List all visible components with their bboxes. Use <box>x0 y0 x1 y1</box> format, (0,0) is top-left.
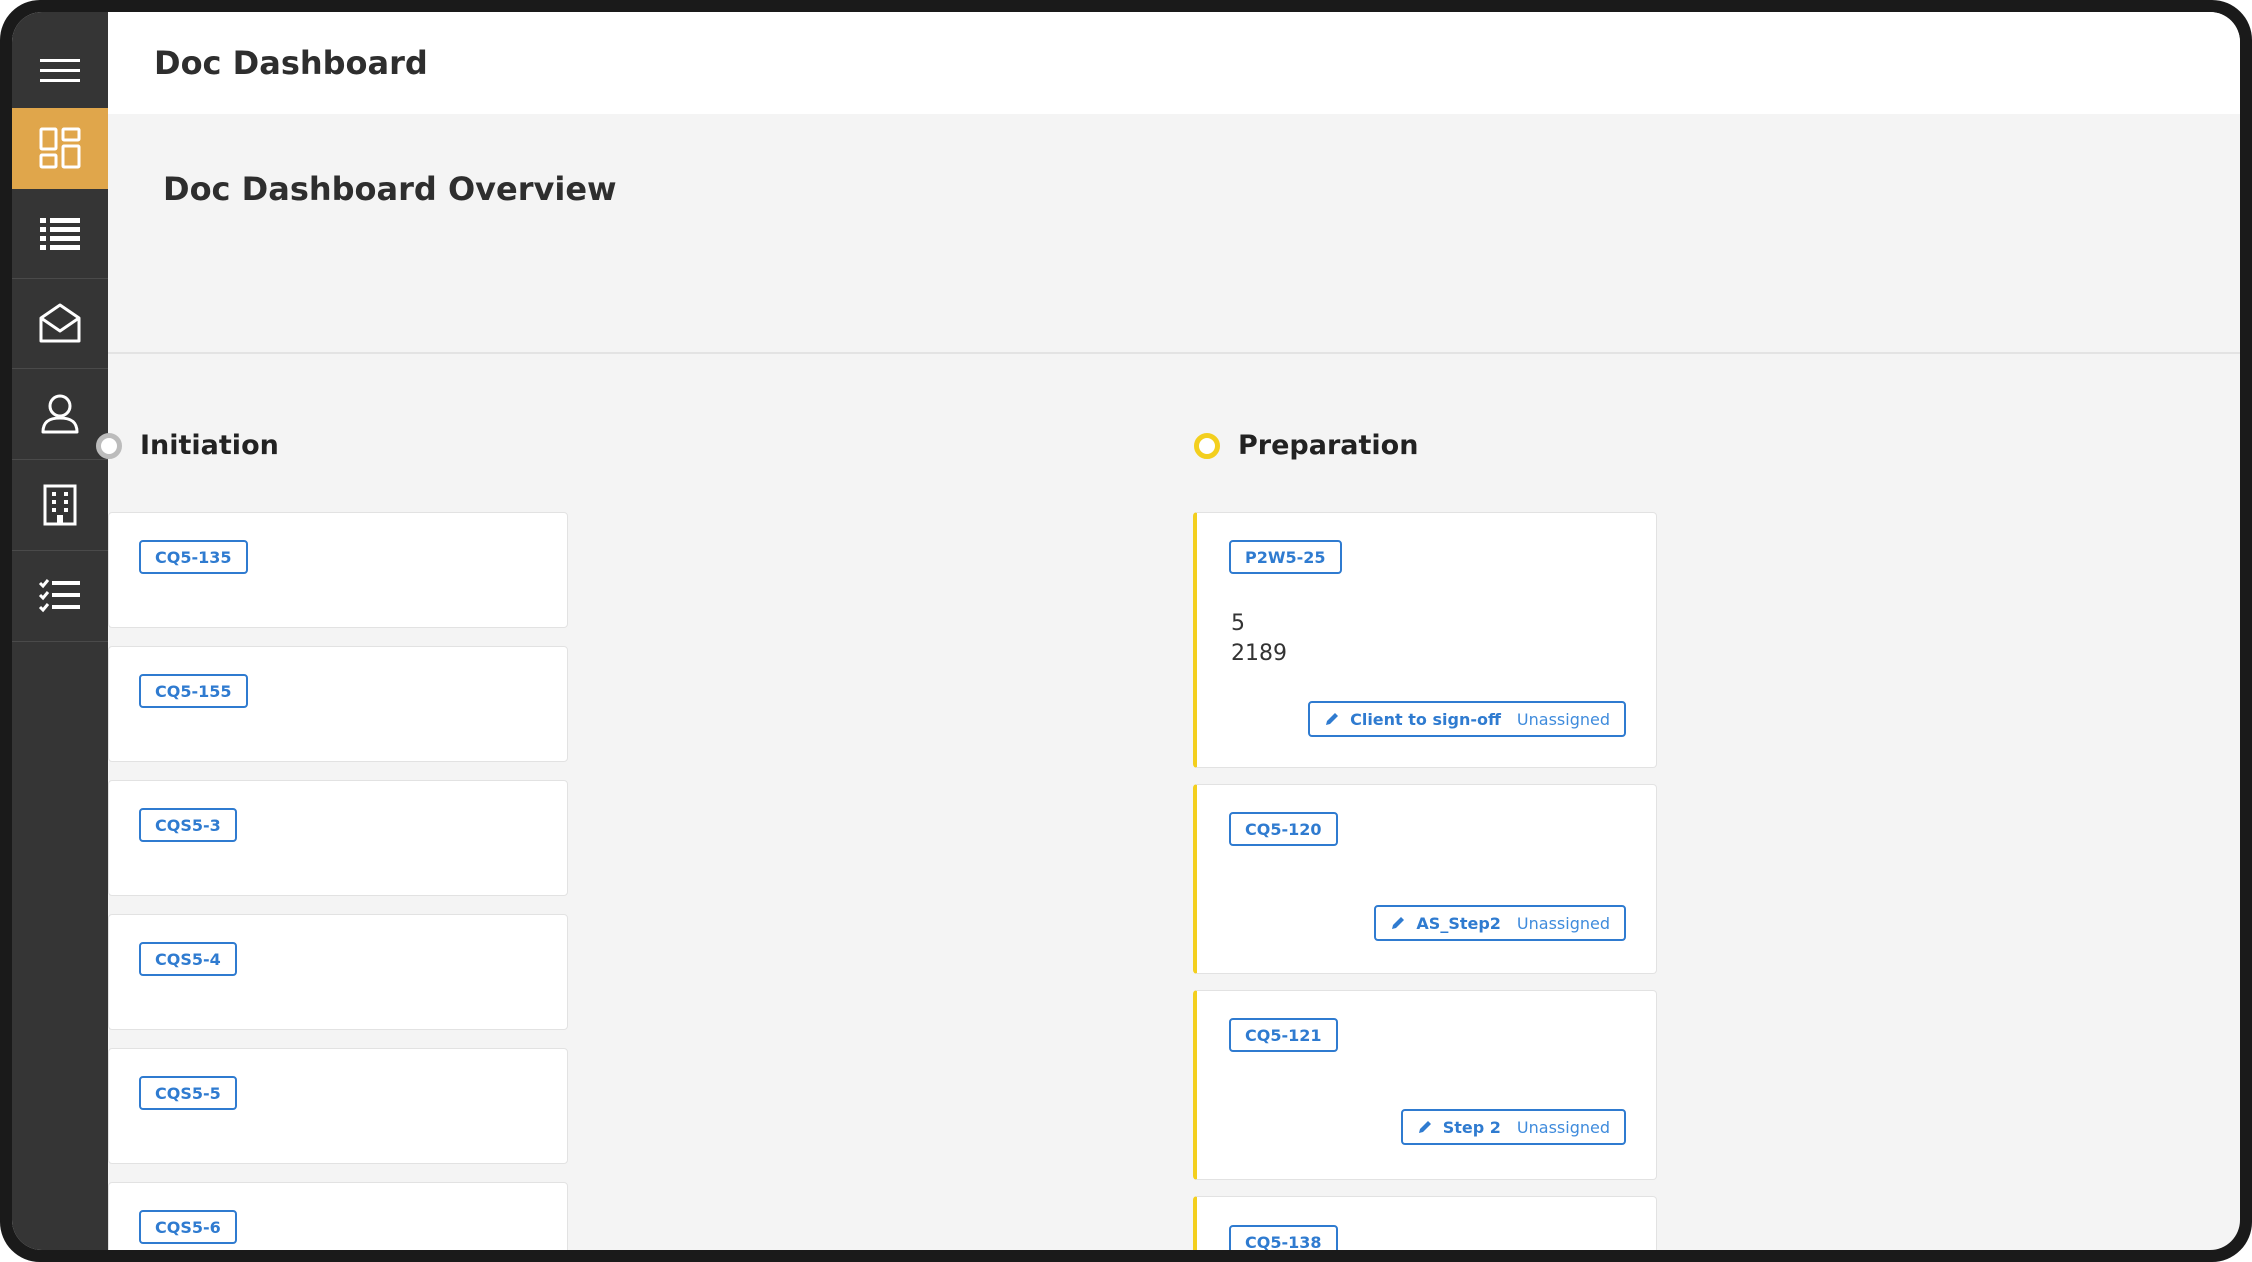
sidebar-item-dashboard[interactable] <box>12 108 108 189</box>
task-card[interactable]: CQ5-121 Step 2 Unassigned <box>1193 990 1657 1180</box>
task-card[interactable]: CQS5-5 <box>108 1048 568 1164</box>
top-bar: Doc Dashboard <box>108 12 2240 114</box>
card-values: 5 2189 <box>1231 609 1287 669</box>
step-label: Client to sign-off <box>1350 709 1501 729</box>
list-icon <box>40 218 80 250</box>
sidebar-item-tasks[interactable] <box>12 551 108 642</box>
user-icon <box>41 394 79 434</box>
task-id-tag[interactable]: CQS5-3 <box>139 808 237 842</box>
app-screen: Doc Dashboard Doc Dashboard Overview Ini… <box>12 12 2240 1250</box>
step-assign-button[interactable]: Step 2 Unassigned <box>1400 1109 1626 1145</box>
card-value: 2189 <box>1231 641 1287 666</box>
task-card[interactable]: CQS5-3 <box>108 780 568 896</box>
assignee-label: Unassigned <box>1516 709 1610 729</box>
task-id-tag[interactable]: CQ5-155 <box>139 674 248 708</box>
task-card[interactable]: CQ5-155 <box>108 646 568 762</box>
sidebar-item-companies[interactable] <box>12 460 108 551</box>
task-id-tag[interactable]: P2W5-25 <box>1229 540 1342 574</box>
page-title: Doc Dashboard Overview <box>163 170 617 208</box>
task-id-tag[interactable]: CQS5-6 <box>139 1210 237 1244</box>
column-title: Preparation <box>1238 430 1419 461</box>
status-dot-icon <box>1194 432 1220 459</box>
step-assign-button[interactable]: Client to sign-off Unassigned <box>1308 701 1626 737</box>
step-label: AS_Step2 <box>1416 913 1501 933</box>
task-card[interactable]: CQ5-120 AS_Step2 Unassigned <box>1193 784 1657 974</box>
card-value: 5 <box>1231 611 1245 636</box>
column-header-preparation: Preparation <box>1194 430 1418 461</box>
sidebar <box>12 12 108 1250</box>
task-id-tag[interactable]: CQ5-121 <box>1229 1018 1338 1052</box>
menu-icon <box>40 59 80 82</box>
assignee-label: Unassigned <box>1516 1117 1610 1137</box>
column-header-initiation: Initiation <box>96 430 279 461</box>
app-title: Doc Dashboard <box>154 44 428 82</box>
step-assign-button[interactable]: AS_Step2 Unassigned <box>1374 905 1626 941</box>
assignee-label: Unassigned <box>1516 913 1610 933</box>
menu-button[interactable] <box>12 26 108 116</box>
device-frame: Doc Dashboard Doc Dashboard Overview Ini… <box>0 0 2252 1262</box>
sidebar-item-inbox[interactable] <box>12 278 108 369</box>
task-id-tag[interactable]: CQS5-5 <box>139 1076 237 1110</box>
task-card[interactable]: CQ5-135 <box>108 512 568 628</box>
task-card[interactable]: CQS5-6 <box>108 1182 568 1250</box>
task-id-tag[interactable]: CQ5-135 <box>139 540 248 574</box>
checklist-icon <box>38 579 80 613</box>
sidebar-item-users[interactable] <box>12 369 108 460</box>
task-id-tag[interactable]: CQS5-4 <box>139 942 237 976</box>
mail-open-icon <box>39 303 81 343</box>
task-card[interactable]: CQS5-4 <box>108 914 568 1030</box>
task-card[interactable]: P2W5-25 5 2189 Client to sign-off Unassi… <box>1193 512 1657 768</box>
task-id-tag[interactable]: CQ5-138 <box>1229 1225 1338 1250</box>
pencil-icon <box>1324 711 1340 727</box>
task-card[interactable]: CQ5-138 <box>1193 1196 1657 1250</box>
pencil-icon <box>1390 915 1406 931</box>
column-title: Initiation <box>140 430 279 461</box>
task-id-tag[interactable]: CQ5-120 <box>1229 812 1338 846</box>
section-divider <box>108 352 2240 354</box>
step-label: Step 2 <box>1442 1117 1501 1137</box>
dashboard-icon <box>39 127 81 169</box>
pencil-icon <box>1417 1119 1433 1135</box>
building-icon <box>43 484 77 526</box>
sidebar-item-list[interactable] <box>12 188 108 279</box>
status-dot-icon <box>96 432 122 459</box>
